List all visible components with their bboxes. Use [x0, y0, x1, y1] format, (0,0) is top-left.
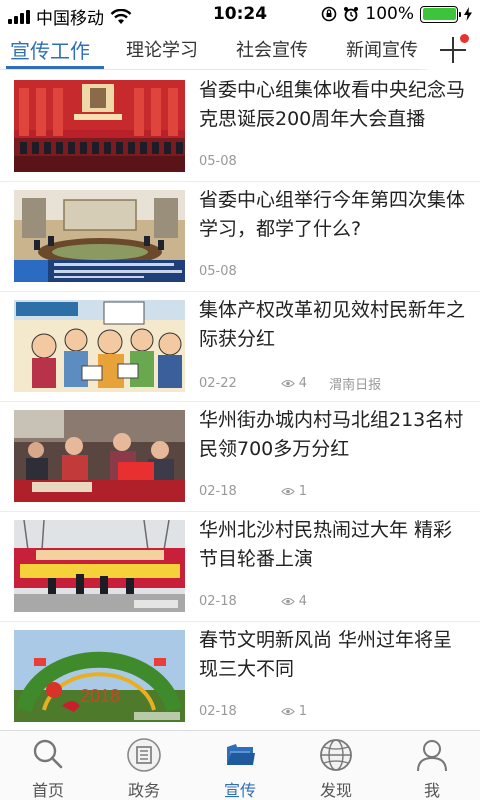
- news-meta: 05-08: [199, 264, 237, 279]
- news-item[interactable]: 省委中心组集体收看中央纪念马克思诞辰200周年大会直播 05-08: [0, 72, 480, 182]
- news-meta: 02-18 4: [199, 594, 307, 609]
- news-thumbnail: 2018: [14, 630, 185, 722]
- view-count-value: 4: [298, 594, 308, 609]
- view-count-value: 4: [298, 376, 308, 391]
- person-icon: [417, 740, 447, 772]
- charging-icon: [464, 7, 472, 21]
- nav-label: 发现: [319, 781, 352, 800]
- news-thumbnail: [14, 410, 185, 502]
- nav-government[interactable]: 政务: [96, 731, 192, 800]
- view-count: 1: [281, 704, 307, 719]
- svg-text:2018: 2018: [80, 686, 120, 706]
- nav-publicity[interactable]: 宣传: [192, 731, 288, 800]
- status-right: 100%: [321, 4, 472, 24]
- view-count-value: 1: [298, 704, 308, 719]
- news-thumbnail: [14, 520, 185, 612]
- active-tab-indicator: [6, 66, 104, 69]
- view-count: 4: [281, 376, 307, 391]
- eye-icon: [281, 380, 295, 387]
- eye-icon: [281, 708, 295, 715]
- news-date: 05-08: [199, 154, 237, 169]
- news-item[interactable]: 2018 春节文明新风尚 华州过年将呈现三大不同 02-18 1: [0, 622, 480, 732]
- news-list: 省委中心组集体收看中央纪念马克思诞辰200周年大会直播 05-08 省委中心组举…: [0, 72, 480, 732]
- notification-dot: [460, 34, 469, 43]
- news-thumbnail: [14, 190, 185, 282]
- battery-percent: 100%: [365, 4, 414, 24]
- bottom-nav: 首页 政务 宣传 发现 我: [0, 730, 480, 800]
- news-thumbnail: [14, 300, 185, 392]
- news-date: 02-22: [199, 376, 237, 391]
- news-meta: 02-18 1: [199, 484, 307, 499]
- tab-social-publicity[interactable]: 社会宣传: [236, 36, 308, 62]
- news-thumbnail: [14, 80, 185, 172]
- eye-icon: [281, 488, 295, 495]
- battery-icon: [420, 5, 461, 23]
- news-title: 省委中心组集体收看中央纪念马克思诞辰200周年大会直播: [199, 79, 466, 130]
- news-meta: 05-08: [199, 154, 237, 169]
- document-icon: [127, 738, 161, 772]
- tab-news-publicity[interactable]: 新闻宣传: [346, 36, 418, 62]
- news-title: 华州北沙村民热闹过大年 精彩节目轮番上演: [199, 519, 453, 570]
- news-title: 华州街办城内村马北组213名村民领700多万分红: [199, 409, 464, 460]
- category-tab-bar: 宣传工作 理论学习 社会宣传 新闻宣传: [0, 30, 480, 70]
- alarm-icon: [344, 7, 359, 22]
- news-date: 02-18: [199, 484, 237, 499]
- nav-label: 宣传: [223, 781, 256, 800]
- search-icon: [33, 739, 63, 769]
- tab-publicity-work[interactable]: 宣传工作: [10, 35, 90, 64]
- news-item[interactable]: 华州街办城内村马北组213名村民领700多万分红 02-18 1: [0, 402, 480, 512]
- news-item[interactable]: 华州北沙村民热闹过大年 精彩节目轮番上演 02-18 4: [0, 512, 480, 622]
- news-date: 02-18: [199, 594, 237, 609]
- nav-home[interactable]: 首页: [0, 731, 96, 800]
- news-title: 集体产权改革初见效村民新年之际获分红: [199, 299, 466, 350]
- news-title: 春节文明新风尚 华州过年将呈现三大不同: [199, 629, 453, 680]
- nav-label: 首页: [31, 781, 64, 800]
- nav-label: 我: [423, 781, 440, 800]
- view-count: 1: [281, 484, 307, 499]
- news-meta: 02-18 1: [199, 704, 307, 719]
- news-date: 05-08: [199, 264, 237, 279]
- view-count-value: 1: [298, 484, 308, 499]
- nav-me[interactable]: 我: [384, 731, 480, 800]
- globe-icon: [320, 739, 352, 771]
- news-title: 省委中心组举行今年第四次集体学习，都学了什么?: [199, 189, 466, 240]
- news-item[interactable]: 集体产权改革初见效村民新年之际获分红 02-22 4 渭南日报: [0, 292, 480, 402]
- view-count: 4: [281, 594, 307, 609]
- news-source: 渭南日报: [329, 378, 382, 393]
- nav-discover[interactable]: 发现: [288, 731, 384, 800]
- news-date: 02-18: [199, 704, 237, 719]
- add-channel-button[interactable]: [428, 30, 480, 70]
- rotation-lock-icon: [322, 6, 337, 22]
- eye-icon: [281, 598, 295, 605]
- nav-label: 政务: [127, 781, 160, 800]
- folder-icon: [227, 744, 255, 765]
- status-bar: 中国移动 10:24 100%: [0, 0, 480, 29]
- tab-theory-study[interactable]: 理论学习: [126, 36, 198, 62]
- news-meta: 02-22 4 渭南日报: [199, 374, 381, 393]
- news-item[interactable]: 省委中心组举行今年第四次集体学习，都学了什么? 05-08: [0, 182, 480, 292]
